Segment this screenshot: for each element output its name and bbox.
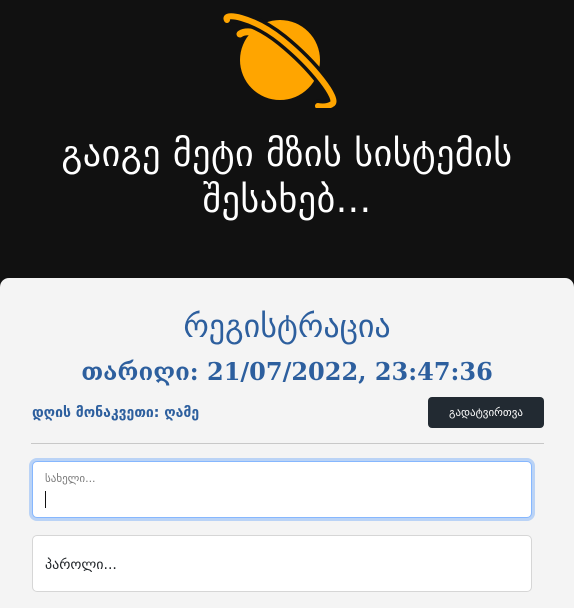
name-field-label: სახელი...	[45, 472, 96, 485]
password-field[interactable]: პაროლი...	[32, 535, 532, 592]
password-field-placeholder: პაროლი...	[45, 557, 117, 573]
hero-title: გაიგე მეტი მზის სისტემის შესახებ...	[61, 134, 513, 221]
divider	[31, 443, 544, 444]
date-time-display: თარიღი: 21/07/2022, 23:47:36	[81, 357, 493, 386]
hero-banner: გაიგე მეტი მზის სისტემის შესახებ...	[0, 0, 574, 290]
reload-button[interactable]: გადატვირთვა	[428, 397, 544, 428]
planet-icon	[222, 12, 338, 108]
name-field[interactable]: სახელი...	[32, 461, 532, 518]
page-title: რეგისტრაცია	[183, 307, 391, 345]
time-of-day-label: დღის მონაკვეთი: ღამე	[32, 405, 200, 421]
text-caret	[45, 491, 46, 508]
